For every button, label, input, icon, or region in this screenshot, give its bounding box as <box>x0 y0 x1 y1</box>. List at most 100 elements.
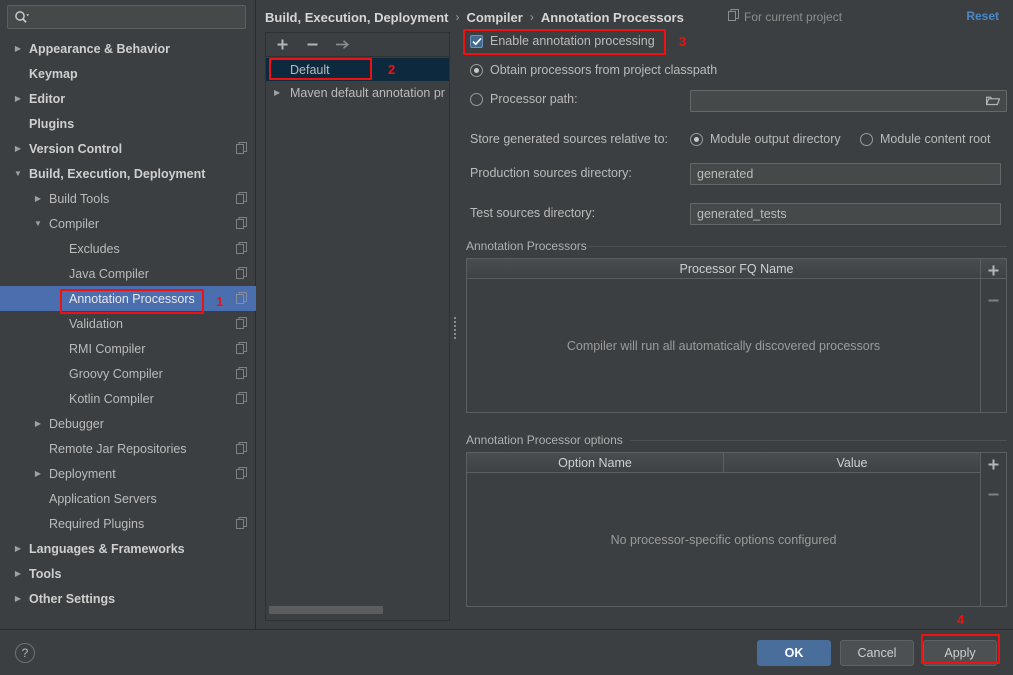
sidebar-item-tools[interactable]: ▶ Tools <box>0 561 256 586</box>
sidebar-item-other-settings[interactable]: ▶ Other Settings <box>0 586 256 611</box>
remove-module-button[interactable] <box>304 37 320 53</box>
chevron-right-icon[interactable]: ▶ <box>32 186 44 211</box>
settings-tree: ▶ Appearance & Behavior Keymap ▶ Editor Plugi… <box>0 36 256 626</box>
ok-button[interactable]: OK <box>757 640 831 666</box>
chevron-down-icon[interactable]: ▼ <box>32 211 44 236</box>
remove-processor-button[interactable] <box>986 292 1002 308</box>
help-button[interactable]: ? <box>15 643 35 663</box>
settings-dialog: ▶ Appearance & Behavior Keymap ▶ Editor Plugi… <box>0 0 1013 675</box>
sidebar-item-label: Validation <box>69 316 123 331</box>
sidebar-item-label: Version Control <box>29 141 123 156</box>
processor-options-group-title: Annotation Processor options <box>466 433 630 447</box>
annotation-processors-group-title: Annotation Processors <box>466 239 594 253</box>
production-sources-value: generated <box>697 167 754 181</box>
add-processor-button[interactable] <box>986 262 1002 278</box>
sidebar-item-editor[interactable]: ▶ Editor <box>0 86 256 111</box>
obtain-from-classpath-radio[interactable] <box>470 63 483 77</box>
sidebar-search[interactable] <box>7 5 246 29</box>
sidebar-item-groovy-compiler[interactable]: Groovy Compiler <box>0 361 256 386</box>
obtain-from-classpath-row[interactable]: Obtain processors from project classpath <box>470 63 717 77</box>
module-list-item[interactable]: ▶ Maven default annotation pr <box>266 81 449 104</box>
chevron-right-icon[interactable]: ▶ <box>32 411 44 436</box>
sidebar-item-excludes[interactable]: Excludes <box>0 236 256 261</box>
processors-table-body[interactable]: Compiler will run all automatically disc… <box>467 280 980 412</box>
sidebar-item-keymap[interactable]: Keymap <box>0 61 256 86</box>
add-option-button[interactable] <box>986 456 1002 472</box>
module-content-root-label: Module content root <box>880 132 991 146</box>
module-output-directory-radio[interactable] <box>690 132 703 146</box>
sidebar-item-java-compiler[interactable]: Java Compiler <box>0 261 256 286</box>
sidebar-item-debugger[interactable]: ▶ Debugger <box>0 411 256 436</box>
processor-path-row[interactable]: Processor path: <box>470 92 578 106</box>
sidebar-item-appearance-behavior[interactable]: ▶ Appearance & Behavior <box>0 36 256 61</box>
search-input[interactable] <box>34 10 234 24</box>
copy-icon <box>236 192 247 204</box>
sidebar-item-languages-frameworks[interactable]: ▶ Languages & Frameworks <box>0 536 256 561</box>
sidebar-item-application-servers[interactable]: Application Servers <box>0 486 256 511</box>
module-content-root-radio[interactable] <box>860 132 873 146</box>
annotation-processors-panel: Enable annotation processing Obtain proc… <box>462 28 1007 623</box>
chevron-right-icon[interactable]: ▶ <box>12 136 24 161</box>
reset-link[interactable]: Reset <box>966 9 999 23</box>
copy-icon <box>236 217 247 229</box>
sidebar-item-build-tools[interactable]: ▶ Build Tools <box>0 186 256 211</box>
module-list[interactable]: Default ▶ Maven default annotation pr <box>266 58 449 598</box>
module-output-directory-row[interactable]: Module output directory <box>690 132 841 146</box>
sidebar-item-build-execution-deployment[interactable]: ▼ Build, Execution, Deployment <box>0 161 256 186</box>
panel-splitter[interactable] <box>451 313 458 343</box>
copy-icon <box>236 517 247 529</box>
sidebar-item-compiler[interactable]: ▼ Compiler <box>0 211 256 236</box>
sidebar-item-deployment[interactable]: ▶ Deployment <box>0 461 256 486</box>
sidebar-item-label: Excludes <box>69 241 120 256</box>
sidebar-item-required-plugins[interactable]: Required Plugins <box>0 511 256 536</box>
remove-option-button[interactable] <box>986 486 1002 502</box>
breadcrumb-item: Annotation Processors <box>540 9 684 25</box>
dialog-button-bar: ? OK Cancel Apply <box>0 629 1013 675</box>
test-sources-field[interactable]: generated_tests <box>690 203 1001 225</box>
module-list-scrollbar-thumb[interactable] <box>269 606 383 614</box>
sidebar-item-rmi-compiler[interactable]: RMI Compiler <box>0 336 256 361</box>
search-box[interactable] <box>7 5 246 29</box>
chevron-right-icon[interactable]: ▶ <box>12 586 24 611</box>
annotation-number-3: 3 <box>679 34 687 49</box>
processors-empty-message: Compiler will run all automatically disc… <box>566 339 881 353</box>
enable-annotation-processing-row[interactable]: Enable annotation processing <box>470 34 655 48</box>
options-table[interactable]: Option Name Value No processor-specific … <box>466 452 1007 607</box>
chevron-right-icon[interactable]: ▶ <box>12 86 24 111</box>
group-divider <box>630 440 1007 441</box>
copy-icon <box>236 342 247 354</box>
module-list-item[interactable]: Default <box>266 58 449 81</box>
processor-path-field[interactable] <box>690 90 1007 112</box>
chevron-right-icon[interactable]: ▶ <box>12 36 24 61</box>
options-empty-message: No processor-specific options configured <box>610 533 837 547</box>
chevron-right-icon[interactable]: ▶ <box>12 536 24 561</box>
sidebar-item-remote-jar-repositories[interactable]: Remote Jar Repositories <box>0 436 256 461</box>
chevron-right-icon[interactable]: ▶ <box>32 461 44 486</box>
copy-icon <box>236 392 247 404</box>
processor-path-radio[interactable] <box>470 92 483 106</box>
cancel-button[interactable]: Cancel <box>840 640 914 666</box>
module-content-root-row[interactable]: Module content root <box>860 132 991 146</box>
processors-table[interactable]: Processor FQ Name Compiler will run all … <box>466 258 1007 413</box>
move-module-button[interactable] <box>334 37 350 53</box>
copy-icon <box>728 9 739 24</box>
sidebar-item-plugins[interactable]: Plugins <box>0 111 256 136</box>
options-table-body[interactable]: No processor-specific options configured <box>467 474 980 606</box>
add-module-button[interactable] <box>274 37 290 53</box>
copy-icon <box>236 242 247 254</box>
sidebar-item-version-control[interactable]: ▶ Version Control <box>0 136 256 161</box>
chevron-right-icon[interactable]: ▶ <box>274 88 280 97</box>
breadcrumb-separator: › <box>529 10 534 24</box>
module-list-panel: Default ▶ Maven default annotation pr <box>265 32 450 621</box>
sidebar-item-validation[interactable]: Validation <box>0 311 256 336</box>
chevron-right-icon[interactable]: ▶ <box>12 561 24 586</box>
apply-button[interactable]: Apply <box>923 640 997 666</box>
chevron-down-icon[interactable]: ▼ <box>12 161 24 186</box>
sidebar-item-kotlin-compiler[interactable]: Kotlin Compiler <box>0 386 256 411</box>
module-output-directory-label: Module output directory <box>710 132 841 146</box>
sidebar-item-label: Annotation Processors <box>69 291 195 306</box>
group-divider <box>588 246 1007 247</box>
production-sources-field[interactable]: generated <box>690 163 1001 185</box>
folder-icon[interactable] <box>986 95 1000 107</box>
enable-annotation-processing-checkbox[interactable] <box>470 34 483 48</box>
